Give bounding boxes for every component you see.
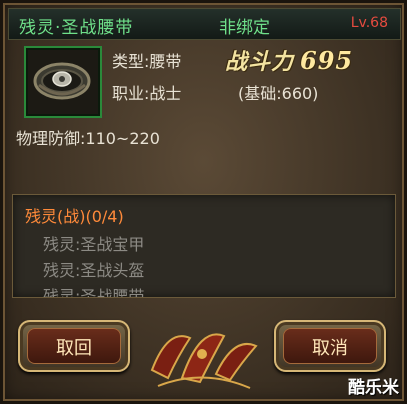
item-header: 残灵·圣战腰带 非绑定 Lv.68 <box>8 8 401 40</box>
set-title: 残灵(战)(0/4) <box>25 207 124 226</box>
set-item: 残灵:圣战宝甲 <box>43 235 145 254</box>
item-tooltip-panel: 残灵·圣战腰带 非绑定 Lv.68 类型:腰带 职业:战士 战斗力 695 (基础… <box>0 0 407 404</box>
cancel-button[interactable]: 取消 <box>274 320 386 372</box>
combat-power: 战斗力 695 <box>225 44 353 76</box>
item-type: 类型:腰带 <box>112 52 182 71</box>
retrieve-button[interactable]: 取回 <box>18 320 130 372</box>
physical-defense: 物理防御:110~220 <box>16 129 160 148</box>
set-bonus-box: 残灵(战)(0/4) 残灵:圣战宝甲 残灵:圣战头盔 残灵:圣战腰带 <box>12 194 396 298</box>
retrieve-button-label: 取回 <box>56 338 92 359</box>
item-icon-slot <box>24 46 102 118</box>
bind-status: 非绑定 <box>219 18 270 38</box>
item-name: 残灵·圣战腰带 <box>19 18 134 38</box>
base-power: (基础:660) <box>238 84 319 103</box>
set-item: 残灵:圣战头盔 <box>43 261 145 280</box>
item-class: 职业:战士 <box>112 84 182 103</box>
combat-power-value: 695 <box>300 46 354 75</box>
site-watermark: 酷乐米 <box>348 378 399 398</box>
game-logo <box>150 333 258 389</box>
combat-power-label: 战斗力 <box>225 50 295 75</box>
set-item: 残灵:圣战腰带 <box>43 287 145 298</box>
belt-icon <box>33 62 91 100</box>
level-requirement: Lv.68 <box>350 15 388 31</box>
cancel-button-label: 取消 <box>312 338 348 359</box>
